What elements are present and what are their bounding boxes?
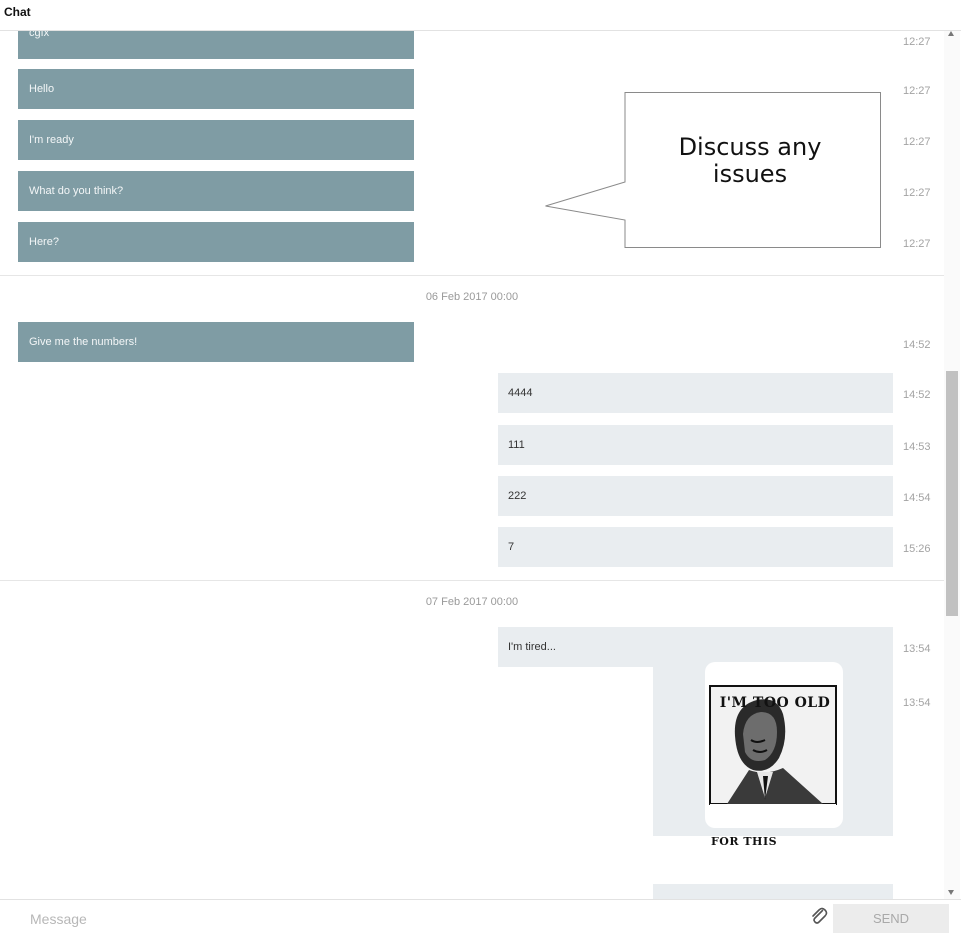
message-time: 12:27	[903, 85, 931, 97]
scroll-down-arrow-icon[interactable]	[948, 890, 954, 895]
vertical-scrollbar[interactable]	[944, 31, 960, 899]
meme-top-text: I'M TOO OLD	[719, 695, 831, 711]
message-time: 12:27	[903, 136, 931, 148]
message-bubble-outgoing[interactable]: 4444	[498, 373, 893, 413]
message-bubble-incoming[interactable]: Give me the numbers!	[18, 322, 414, 362]
scroll-up-arrow-icon[interactable]	[948, 31, 954, 36]
message-time: 12:27	[903, 36, 931, 48]
message-bubble-incoming[interactable]: Hello	[18, 69, 414, 109]
message-bubble-outgoing[interactable]: 111	[498, 425, 893, 465]
date-divider	[0, 275, 944, 276]
message-time: 14:54	[903, 492, 931, 504]
message-time: 14:52	[903, 389, 931, 401]
message-image-bubble[interactable]	[653, 648, 893, 836]
send-button[interactable]: SEND	[833, 904, 949, 933]
callout-line-1: Discuss any	[678, 133, 822, 161]
scrollbar-thumb[interactable]	[946, 371, 958, 616]
message-bubble-incoming[interactable]: Here?	[18, 222, 414, 262]
paperclip-icon[interactable]	[808, 905, 830, 927]
date-separator-label: 06 Feb 2017 00:00	[425, 291, 519, 303]
date-divider	[0, 580, 944, 581]
message-input[interactable]	[30, 908, 770, 930]
message-bubble-incoming[interactable]: I'm ready	[18, 120, 414, 160]
callout-text: Discuss any issues	[625, 134, 875, 188]
message-bubble-outgoing[interactable]: 222	[498, 476, 893, 516]
message-bubble-incoming[interactable]: What do you think?	[18, 171, 414, 211]
date-separator-label: 07 Feb 2017 00:00	[425, 596, 519, 608]
message-bubble-outgoing[interactable]	[653, 884, 893, 899]
message-time: 13:54	[903, 697, 931, 709]
message-time: 12:27	[903, 238, 931, 250]
callout-line-2: issues	[712, 160, 788, 188]
message-bubble-incoming[interactable]: cgfx	[18, 31, 414, 59]
message-time: 13:54	[903, 643, 931, 655]
meme-bottom-text: FOR THIS	[711, 835, 778, 848]
chat-header: Chat	[0, 0, 961, 31]
message-time: 14:53	[903, 441, 931, 453]
meme-image	[653, 648, 893, 836]
message-time: 12:27	[903, 187, 931, 199]
message-composer: SEND	[0, 899, 961, 933]
message-time: 14:52	[903, 339, 931, 351]
message-time: 15:26	[903, 543, 931, 555]
message-bubble-outgoing[interactable]: 7	[498, 527, 893, 567]
chat-title: Chat	[4, 5, 31, 19]
